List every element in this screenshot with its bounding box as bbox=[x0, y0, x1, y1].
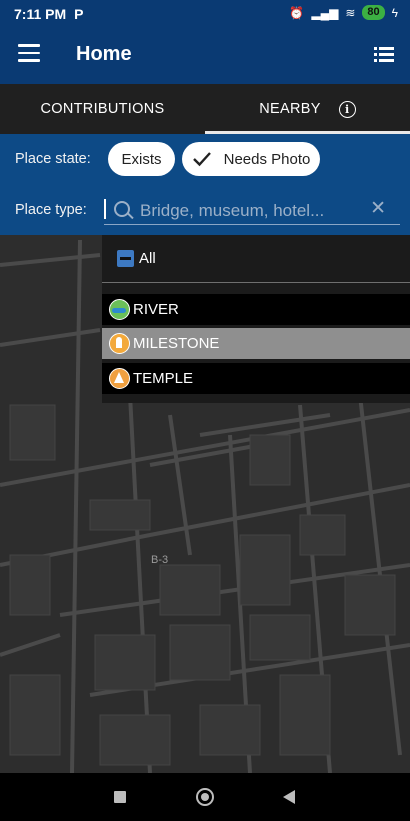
app-notification-icon: P bbox=[74, 6, 84, 22]
charging-icon: ϟ bbox=[391, 5, 398, 20]
indeterminate-checkbox[interactable] bbox=[117, 250, 134, 267]
status-icons: ⏰ ▂▄▆ ≋ 80 ϟ bbox=[289, 5, 398, 20]
recents-square-icon[interactable] bbox=[114, 791, 126, 803]
tab-label: CONTRIBUTIONS bbox=[40, 101, 165, 117]
dropdown-all-option[interactable]: All bbox=[102, 235, 410, 283]
dropdown-item-label: TEMPLE bbox=[133, 370, 194, 387]
map-label: B-3 bbox=[151, 554, 169, 566]
place-type-label: Place type: bbox=[15, 202, 87, 218]
chip-exists[interactable]: Exists bbox=[108, 142, 175, 176]
dropdown-item-label: MILESTONE bbox=[133, 335, 220, 352]
river-icon bbox=[109, 299, 130, 320]
status-time: 7:11 PM bbox=[14, 6, 67, 22]
signal-icon: ▂▄▆ bbox=[311, 5, 339, 20]
wifi-icon: ≋ bbox=[345, 5, 356, 20]
search-icon bbox=[114, 201, 130, 217]
temple-icon bbox=[109, 368, 130, 389]
info-icon[interactable]: i bbox=[338, 100, 356, 118]
tab-label: NEARBY bbox=[259, 101, 321, 117]
chip-needs-photo[interactable]: Needs Photo bbox=[182, 142, 320, 176]
list-icon[interactable] bbox=[374, 47, 394, 63]
clear-icon[interactable]: ✕ bbox=[370, 197, 386, 220]
place-state-label: Place state: bbox=[15, 151, 91, 167]
dropdown-item-river[interactable]: RIVER bbox=[102, 294, 410, 325]
dropdown-item-label: RIVER bbox=[133, 301, 179, 318]
chip-label: Needs Photo bbox=[223, 150, 311, 168]
page-title: Home bbox=[76, 43, 132, 65]
app-bar: Home bbox=[0, 28, 410, 84]
checkmark-icon bbox=[192, 152, 211, 167]
dropdown-item-temple[interactable]: TEMPLE bbox=[102, 363, 410, 394]
dropdown-all-label: All bbox=[139, 250, 156, 267]
battery-icon: 80 bbox=[362, 5, 385, 20]
system-nav-bar bbox=[0, 773, 410, 821]
tab-nearby[interactable]: NEARBY i bbox=[205, 84, 410, 134]
text-cursor bbox=[104, 199, 106, 219]
status-bar: 7:11 PM P ⏰ ▂▄▆ ≋ 80 ϟ bbox=[0, 0, 410, 28]
hamburger-menu-icon[interactable] bbox=[18, 44, 40, 62]
dropdown-item-milestone[interactable]: MILESTONE bbox=[102, 328, 410, 359]
chip-label: Exists bbox=[121, 150, 162, 168]
alarm-off-icon: ⏰ bbox=[289, 5, 305, 20]
tab-contributions[interactable]: CONTRIBUTIONS bbox=[0, 84, 205, 134]
tab-bar: CONTRIBUTIONS NEARBY i bbox=[0, 84, 410, 134]
filter-panel: Place state: Exists Needs Photo Place ty… bbox=[0, 134, 410, 235]
place-type-dropdown: All RIVER MILESTONE TEMPLE bbox=[102, 235, 410, 403]
place-type-search: ✕ bbox=[104, 196, 400, 225]
milestone-icon bbox=[109, 333, 130, 354]
back-triangle-icon[interactable] bbox=[283, 790, 295, 804]
place-type-input[interactable] bbox=[138, 197, 372, 225]
home-circle-icon[interactable] bbox=[196, 788, 214, 806]
